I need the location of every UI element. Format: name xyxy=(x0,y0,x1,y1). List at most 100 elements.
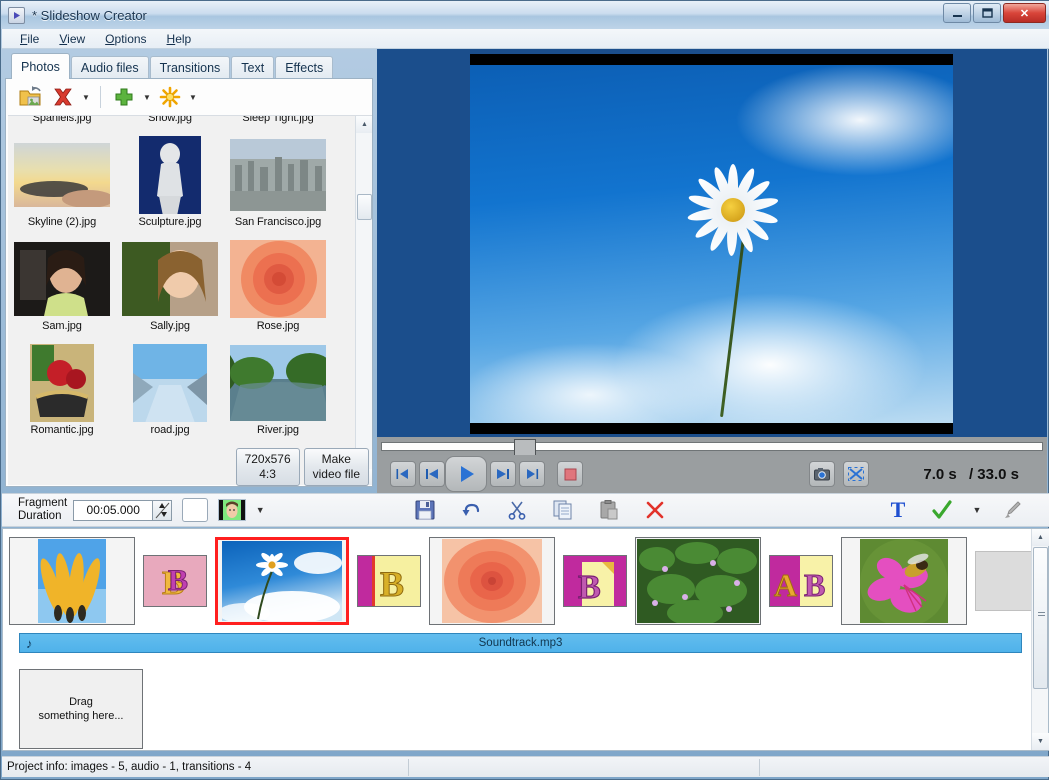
apply-check-icon[interactable] xyxy=(927,496,957,524)
list-item[interactable]: Skyline (2).jpg xyxy=(10,124,114,228)
list-item[interactable]: road.jpg xyxy=(118,332,222,436)
color-swatch-button[interactable] xyxy=(182,498,209,522)
resolution-button[interactable]: 720x576 4:3 xyxy=(235,448,300,486)
audio-track[interactable]: ♪ Soundtrack.mp3 xyxy=(19,633,1022,653)
thumbnail xyxy=(122,344,218,422)
close-button[interactable]: ✕ xyxy=(1003,3,1046,23)
jump-start-button[interactable] xyxy=(390,461,416,487)
add-green-plus-icon[interactable] xyxy=(109,82,139,112)
menu-help[interactable]: Help xyxy=(157,30,202,48)
timeline-transition-3[interactable]: B xyxy=(563,555,627,607)
camera-icon[interactable] xyxy=(809,461,835,487)
timeline-filmstrip: B B B B A B xyxy=(9,533,1041,629)
list-item[interactable]: Romantic.jpg xyxy=(10,332,114,436)
open-folder-icon[interactable] xyxy=(16,82,46,112)
timeline-clip-sunflower[interactable] xyxy=(9,537,135,625)
scroll-down-arrow-icon[interactable]: ▼ xyxy=(1032,733,1049,750)
music-note-icon: ♪ xyxy=(26,636,33,651)
tab-effects[interactable]: Effects xyxy=(275,56,334,79)
add-dropdown-icon[interactable]: ▼ xyxy=(141,83,153,111)
text-tool-icon[interactable]: T xyxy=(883,496,913,524)
photo-name: Rose.jpg xyxy=(256,320,300,332)
list-item[interactable]: Snow.jpg xyxy=(118,116,222,124)
list-item[interactable]: Sleep Tight.jpg xyxy=(226,115,330,124)
face-thumbnail-icon[interactable] xyxy=(218,499,247,521)
video-preview[interactable] xyxy=(470,54,953,434)
undo-icon[interactable] xyxy=(456,496,486,524)
fragment-label-line1: Fragment xyxy=(18,497,68,509)
tab-photos[interactable]: Photos xyxy=(11,53,70,79)
scroll-up-arrow-icon[interactable]: ▲ xyxy=(1032,529,1049,546)
photo-name: Sally.jpg xyxy=(150,320,190,332)
timeline-scrollbar[interactable]: ▲ ▼ xyxy=(1031,529,1049,750)
scroll-up-arrow-icon[interactable]: ▲ xyxy=(356,116,372,133)
resolution-line2: 4:3 xyxy=(259,467,276,481)
list-item[interactable]: Sculpture.jpg xyxy=(118,124,222,228)
timeline-clip-greenery[interactable] xyxy=(635,537,761,625)
fragment-duration-input[interactable]: 00:05.000 xyxy=(73,499,154,521)
delete-red-x-icon[interactable] xyxy=(640,496,670,524)
seek-bar[interactable] xyxy=(377,437,1047,456)
drop-zone[interactable]: Drag something here... xyxy=(19,669,143,749)
minimize-button[interactable] xyxy=(943,3,971,23)
scrollbar-grip xyxy=(1038,612,1045,618)
spinner-updown-icon[interactable] xyxy=(153,499,173,521)
scrollbar-thumb[interactable] xyxy=(1033,547,1048,689)
photo-name: Sleep Tight.jpg xyxy=(242,115,314,124)
timeline-clip-rose[interactable] xyxy=(429,537,555,625)
menu-file[interactable]: File xyxy=(10,30,49,48)
make-video-file-button[interactable]: Make video file xyxy=(303,448,369,486)
menu-help-rest: elp xyxy=(175,31,192,46)
fullscreen-icon[interactable] xyxy=(843,461,869,487)
list-item[interactable]: Sam.jpg xyxy=(10,228,114,332)
menu-view[interactable]: View xyxy=(49,30,95,48)
brush-icon[interactable] xyxy=(997,496,1027,524)
list-item[interactable]: San Francisco.jpg xyxy=(226,124,330,228)
delete-red-x-icon[interactable] xyxy=(48,82,78,112)
tab-transitions[interactable]: Transitions xyxy=(149,56,231,79)
photo-list-scrollbar[interactable]: ▲ ▼ xyxy=(355,116,372,485)
chevron-down-icon[interactable]: ▼ xyxy=(971,496,983,524)
list-item[interactable]: Rose.jpg xyxy=(226,228,330,332)
timeline-transition-4[interactable]: A B xyxy=(769,555,833,607)
chevron-down-icon[interactable]: ▼ xyxy=(254,496,266,524)
list-item[interactable]: Sally.jpg xyxy=(118,228,222,332)
copy-icon[interactable] xyxy=(548,496,578,524)
seek-thumb[interactable] xyxy=(514,438,536,456)
play-button[interactable] xyxy=(445,456,487,492)
svg-text:B: B xyxy=(380,564,404,604)
timeline-transition-1[interactable]: B B xyxy=(143,555,207,607)
cut-scissors-icon[interactable] xyxy=(502,496,532,524)
audio-track-label: Soundtrack.mp3 xyxy=(478,637,563,649)
menu-file-rest: ile xyxy=(27,31,40,46)
scrollbar-thumb[interactable] xyxy=(357,194,372,220)
timeline-clip-bee-flower[interactable] xyxy=(841,537,967,625)
photo-name: road.jpg xyxy=(150,424,190,436)
menu-options[interactable]: Options xyxy=(95,30,156,48)
timeline-transition-2[interactable]: B xyxy=(357,555,421,607)
next-frame-button[interactable] xyxy=(490,461,516,487)
photo-name: River.jpg xyxy=(257,424,299,436)
stop-button[interactable] xyxy=(557,461,583,487)
effects-dropdown-icon[interactable]: ▼ xyxy=(187,83,199,111)
photo-list[interactable]: Spaniels.jpg Snow.jpg Sleep Tight.jpg Sk… xyxy=(8,115,372,485)
seek-track[interactable] xyxy=(381,438,1043,456)
timeline-clip-daisy[interactable] xyxy=(215,537,349,625)
jump-end-button[interactable] xyxy=(519,461,545,487)
delete-dropdown-icon[interactable]: ▼ xyxy=(80,83,92,111)
tab-audio-files[interactable]: Audio files xyxy=(70,56,149,79)
photo-name: Sculpture.jpg xyxy=(138,216,202,228)
tab-text[interactable]: Text xyxy=(231,56,275,79)
timeline-panel: B B B B A B ♪ Soundtrack.mp3 Drag someth… xyxy=(2,528,1049,751)
previous-frame-button[interactable] xyxy=(419,461,445,487)
status-bar: Project info: images - 5, audio - 1, tra… xyxy=(2,756,1049,777)
list-item[interactable]: River.jpg xyxy=(226,332,330,436)
media-tabs: Photos Audio files Transitions Text Effe… xyxy=(5,53,373,79)
thumbnail xyxy=(230,344,326,422)
list-item[interactable]: Spaniels.jpg xyxy=(10,116,114,124)
paste-icon[interactable] xyxy=(594,496,624,524)
effects-star-icon[interactable] xyxy=(155,82,185,112)
maximize-button[interactable] xyxy=(973,3,1001,23)
photo-name: Romantic.jpg xyxy=(30,424,94,436)
save-icon[interactable] xyxy=(410,496,440,524)
